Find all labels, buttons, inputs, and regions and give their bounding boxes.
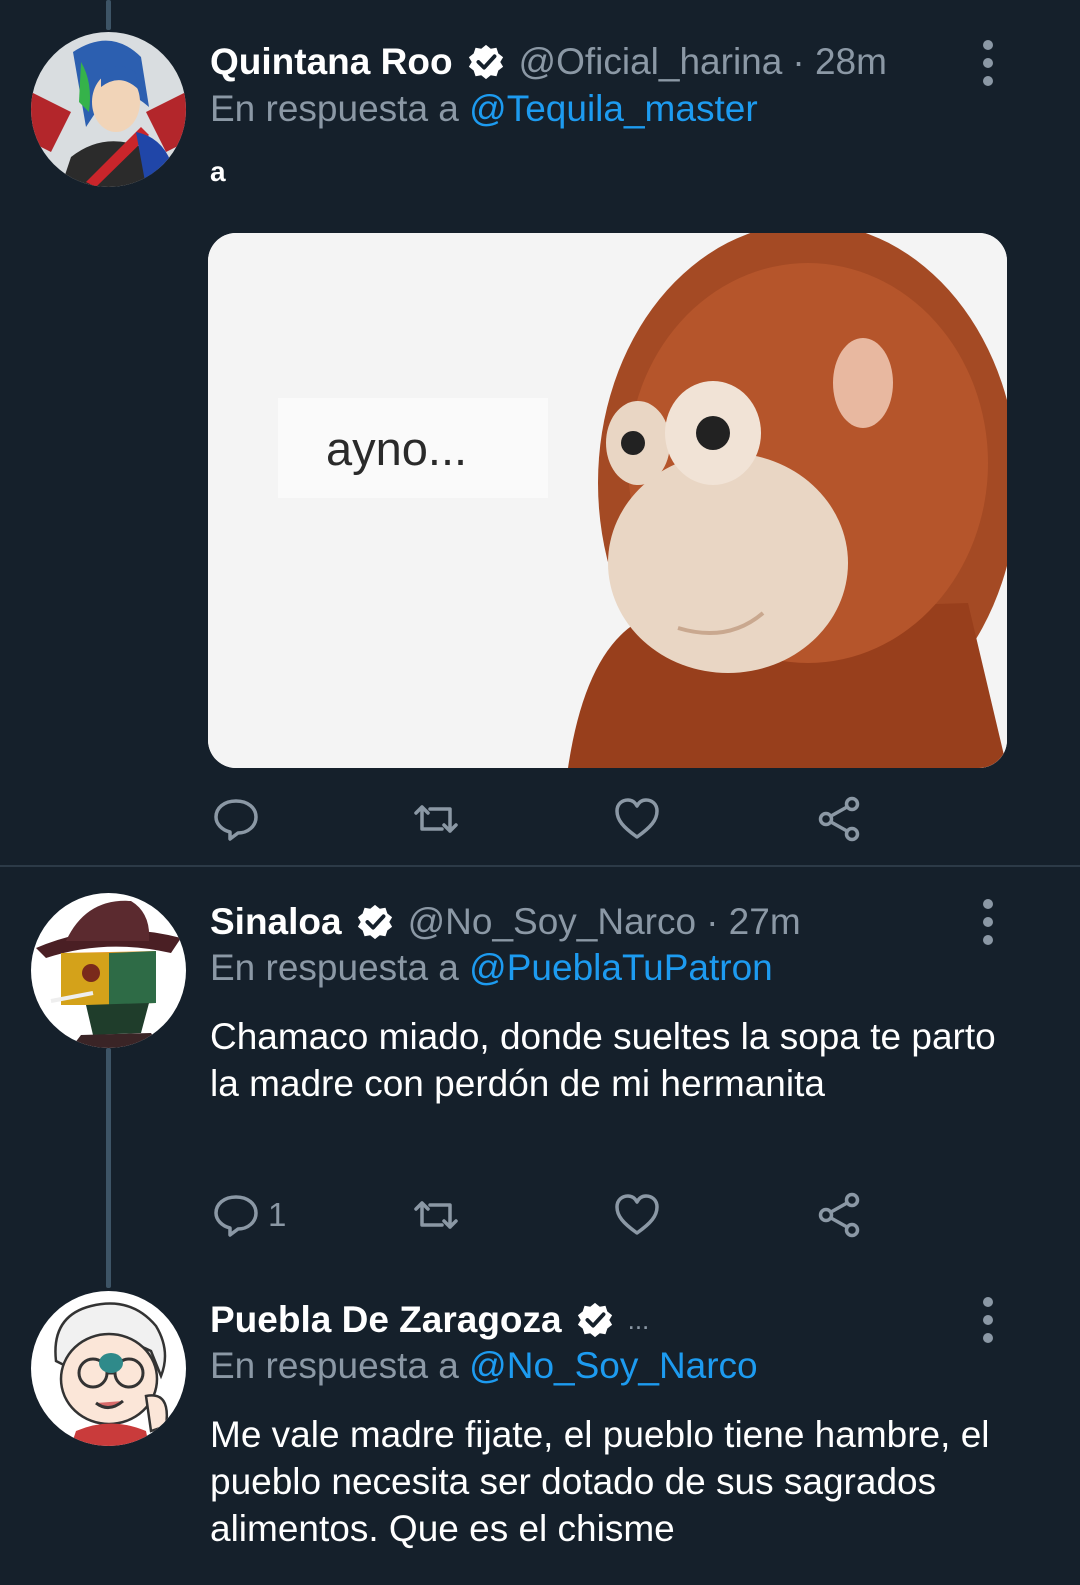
reply-icon [214, 1195, 258, 1237]
avatar[interactable] [31, 32, 186, 187]
reply-context: En respuesta a @PueblaTuPatron [210, 947, 773, 989]
share-button[interactable] [816, 1189, 864, 1241]
cowboy-hat-avatar-icon [31, 893, 186, 1048]
reply-icon [214, 799, 258, 841]
tweet-actions [210, 793, 870, 845]
reply-context: En respuesta a @Tequila_master [210, 88, 758, 130]
retweet-button[interactable] [412, 1189, 460, 1241]
timestamp[interactable]: · 27m [706, 901, 801, 943]
share-icon [818, 796, 860, 842]
timestamp[interactable]: · 28m [792, 41, 887, 83]
reply-button[interactable]: 1 [212, 1189, 286, 1241]
heart-icon [615, 798, 659, 839]
share-icon [818, 1192, 860, 1238]
heart-icon [615, 1194, 659, 1235]
like-button[interactable] [613, 793, 661, 845]
user-handle[interactable]: @Oficial_harina [519, 41, 783, 83]
retweet-icon [414, 1201, 458, 1229]
tweet-header: Puebla De Zaragoza ... [210, 1289, 649, 1351]
user-handle[interactable]: @No_Soy_Narco [408, 901, 696, 943]
reply-prefix: En respuesta a [210, 88, 459, 129]
tweet-text: a [210, 156, 226, 187]
tweet-header: Quintana Roo @Oficial_harina · 28m [210, 31, 887, 93]
tweet-header: Sinaloa @No_Soy_Narco · 27m [210, 891, 801, 953]
retweet-button[interactable] [412, 793, 460, 845]
tweet-text: Chamaco miado, donde sueltes la sopa te … [210, 1016, 996, 1104]
reply-prefix: En respuesta a [210, 1345, 459, 1386]
verified-badge-icon [356, 903, 394, 941]
tweet-text: Me vale madre fijate, el pueblo tiene ha… [210, 1414, 990, 1549]
reply-mention-link[interactable]: @No_Soy_Narco [469, 1345, 757, 1386]
media-caption: ayno... [326, 422, 468, 475]
tweet-divider [0, 865, 1080, 867]
thread-line-middle [106, 1048, 111, 1288]
display-name[interactable]: Quintana Roo [210, 41, 453, 83]
reply-context: En respuesta a @No_Soy_Narco [210, 1345, 758, 1387]
display-name[interactable]: Puebla De Zaragoza [210, 1299, 562, 1341]
anime-avatar-icon [31, 32, 186, 187]
more-options-icon[interactable] [975, 897, 1001, 947]
share-button[interactable] [816, 793, 864, 845]
reply-mention-link[interactable]: @Tequila_master [469, 88, 757, 129]
more-options-icon[interactable] [975, 1295, 1001, 1345]
reply-count: 1 [268, 1196, 287, 1233]
reply-prefix: En respuesta a [210, 947, 459, 988]
display-name[interactable]: Sinaloa [210, 901, 342, 943]
tweet-media-image[interactable] [208, 233, 1007, 768]
more-options-icon[interactable] [975, 38, 1001, 88]
user-handle[interactable]: ... [628, 1305, 650, 1336]
retweet-icon [414, 805, 458, 833]
avatar[interactable] [31, 893, 186, 1048]
avatar[interactable] [31, 1291, 186, 1446]
like-button[interactable] [613, 1189, 661, 1241]
white-hair-avatar-icon [31, 1291, 186, 1446]
verified-badge-icon [576, 1301, 614, 1339]
tweet-actions: 1 [210, 1189, 870, 1241]
reply-mention-link[interactable]: @PueblaTuPatron [469, 947, 773, 988]
reply-button[interactable] [212, 793, 268, 845]
orangutan-plush-image [208, 233, 1007, 768]
thread-line-top [106, 0, 111, 30]
verified-badge-icon [467, 43, 505, 81]
